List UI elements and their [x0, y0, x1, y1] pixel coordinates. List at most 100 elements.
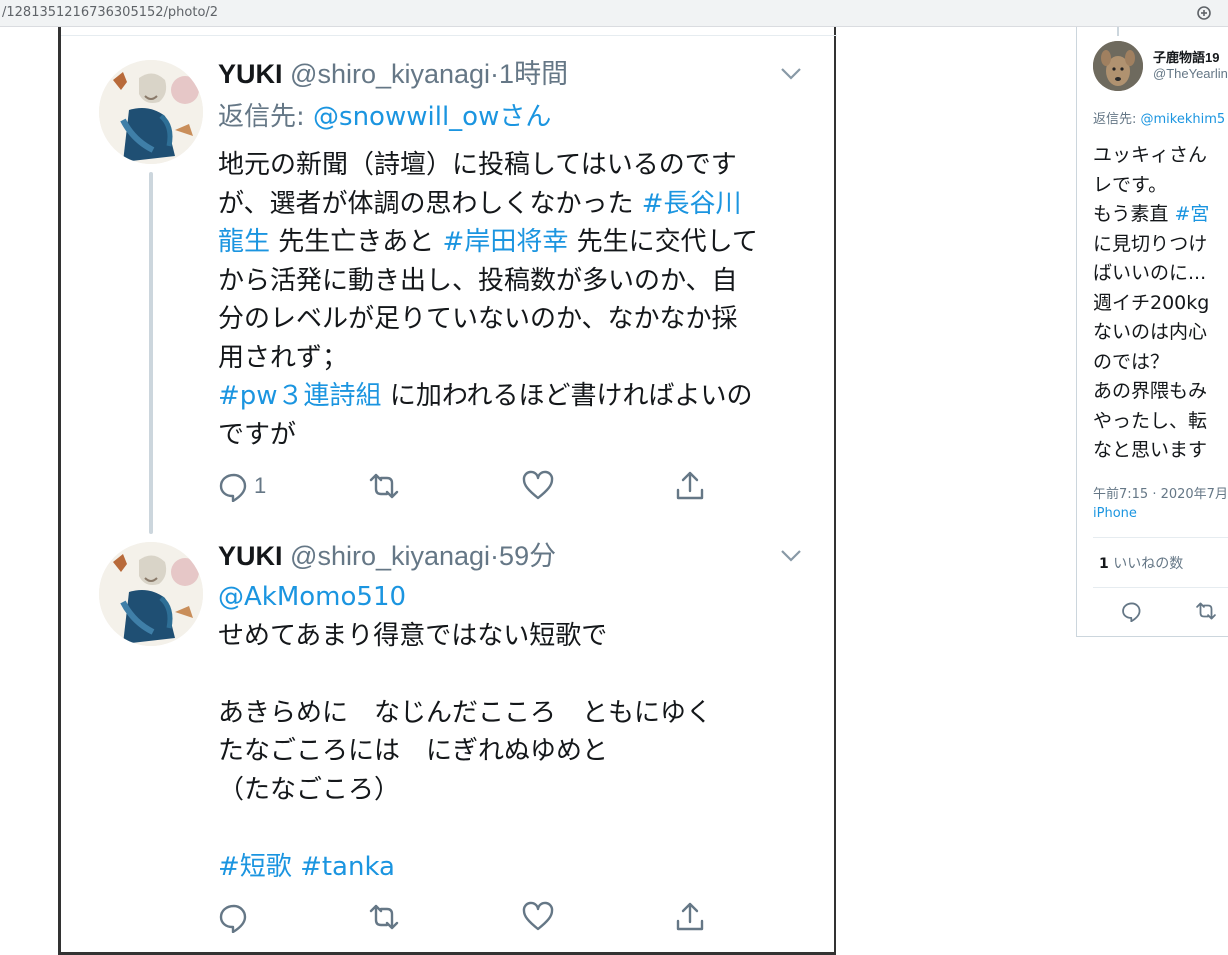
- tweet-text-line: [218, 655, 712, 694]
- tweet-text-line: せめてあまり得意ではない短歌で: [218, 617, 712, 656]
- tweet-header: YUKI @shiro_kiyanagi·1時間: [218, 57, 568, 91]
- tweet-text-segment: せめてあまり得意ではない短歌で: [218, 620, 608, 651]
- user-handle[interactable]: @shiro_kiyanagi: [290, 541, 490, 571]
- tweet-text-segment: 地元の新聞（詩壇）に投稿してはいるのです: [218, 150, 737, 180]
- display-name[interactable]: 子鹿物語19: [1153, 47, 1219, 66]
- tweet-text-line: ないのは内心: [1093, 318, 1209, 348]
- reply-icon[interactable]: [1121, 600, 1143, 622]
- tweet-text-segment: 先生に交代して: [568, 227, 758, 257]
- reply-to-handle[interactable]: @snowwill_owさん: [313, 102, 551, 132]
- tweet-text-segment: あきらめに なじんだこころ ともにゆく: [218, 697, 713, 728]
- tweet-text-segment: が、選者が体調の思わしくなかった: [218, 188, 642, 219]
- avatar[interactable]: [99, 542, 203, 646]
- likes-label: いいねの数: [1108, 556, 1184, 572]
- tweet-text-line: 用されず；: [218, 339, 758, 378]
- user-handle[interactable]: @TheYearlin: [1153, 66, 1228, 81]
- reply-to-line: 返信先: @snowwill_owさん: [218, 100, 551, 134]
- like-button[interactable]: [522, 468, 554, 504]
- tweet-text-segment: から活発に動き出し、投稿数が多いのか、自: [218, 265, 738, 296]
- tweet-text-segment: 先生亡きあと: [270, 227, 443, 257]
- tweet-text-segment: ですが: [218, 419, 297, 450]
- chevron-down-icon[interactable]: [780, 67, 802, 81]
- avatar[interactable]: [1093, 41, 1143, 91]
- browser-url-bar[interactable]: /1281351216736305152/photo/2: [0, 0, 1228, 27]
- tweet-text-line: に見切りつけ: [1093, 230, 1209, 260]
- tweet-text-segment: に見切りつけ: [1093, 232, 1208, 255]
- tweet-text-line: 週イチ200kg: [1093, 289, 1209, 319]
- tweet-text: ユッキィさん レです。 もう素直 #宮 に見切りつけ ばいいのに... 週イチ200kg な…: [1093, 141, 1209, 466]
- avatar[interactable]: [99, 60, 203, 164]
- tweet-text-segment: ばいいのに...: [1093, 262, 1207, 284]
- mention-link[interactable]: @AkMomo510: [218, 582, 406, 612]
- tweet-time[interactable]: 59分: [499, 541, 556, 571]
- separator-dot: ·: [490, 541, 500, 571]
- thread-connector-line: [1117, 27, 1119, 36]
- tweet-text-segment: （たなごころ）: [218, 774, 401, 805]
- reply-to-label: 返信先:: [1093, 112, 1141, 127]
- tweet-text-segment: に加われるほど書ければよいの: [381, 381, 753, 411]
- tweet-text-segment: なと思います: [1093, 439, 1208, 461]
- hashtag-link[interactable]: #tanka: [300, 852, 395, 882]
- reply-to-line: 返信先: @mikekhim5: [1093, 108, 1225, 127]
- tweet-source[interactable]: iPhone: [1093, 504, 1228, 523]
- reply-icon: [219, 473, 247, 502]
- reply-to-handle[interactable]: @mikekhim5: [1141, 112, 1226, 127]
- url-text[interactable]: /1281351216736305152/photo/2: [2, 5, 218, 20]
- divider: [1093, 587, 1228, 588]
- tweet-text-line: のでは？: [1093, 348, 1209, 378]
- hashtag-link[interactable]: #pw３連詩組: [218, 381, 382, 411]
- tweet-text-line: が、選者が体調の思わしくなかった #長谷川: [218, 185, 758, 224]
- tweet-thread-screenshot: YUKI @shiro_kiyanagi·1時間 返信先: @snowwill_…: [58, 27, 837, 955]
- zoom-in-icon[interactable]: [1196, 5, 1212, 21]
- likes-count-link[interactable]: 1 いいねの数: [1099, 553, 1183, 573]
- tweet-text-line: @AkMomo510: [218, 578, 712, 617]
- retweet-button[interactable]: [368, 468, 400, 504]
- share-button[interactable]: [674, 468, 706, 504]
- retweet-icon[interactable]: [1195, 600, 1217, 622]
- tweet-text-segment: もう素直: [1093, 203, 1175, 225]
- tweet-actions: 1: [218, 468, 738, 504]
- separator-dot: ·: [490, 59, 500, 89]
- tweet-text: 地元の新聞（詩壇）に投稿してはいるのです が、選者が体調の思わしくなかった #長谷…: [218, 146, 758, 454]
- tweet-text-line: レです。: [1093, 171, 1209, 201]
- tweet-text-line: あの界隈もみ: [1093, 377, 1209, 407]
- like-button[interactable]: [522, 899, 554, 935]
- tweet-text-segment: 週イチ200kg: [1093, 291, 1210, 314]
- hashtag-link[interactable]: 龍生: [218, 227, 270, 257]
- tweet-text-segment: 分のレベルが足りていないのか、なかなか採: [218, 304, 738, 334]
- tweet-text-line: から活発に動き出し、投稿数が多いのか、自: [218, 262, 758, 301]
- share-icon: [676, 471, 704, 500]
- tweet-text-line: 分のレベルが足りていないのか、なかなか採: [218, 300, 758, 339]
- hashtag-link[interactable]: #宮: [1174, 203, 1209, 225]
- tweet-text-segment: ないのは内心: [1093, 321, 1208, 343]
- tweet-text-line: （たなごころ）: [218, 771, 712, 810]
- tweet-text-line: #pw３連詩組 に加われるほど書ければよいの: [218, 377, 758, 416]
- tweet-text-line: もう素直 #宮: [1093, 200, 1209, 230]
- tweet-text: @AkMomo510 せめてあまり得意ではない短歌であきらめに なじんだこころ と…: [218, 578, 712, 886]
- display-name[interactable]: YUKI: [218, 541, 283, 571]
- reply-icon: [219, 904, 247, 933]
- tweet-text-segment: あの界隈もみ: [1093, 380, 1208, 402]
- tweet-text-line: ばいいのに...: [1093, 259, 1209, 289]
- reply-button[interactable]: [218, 899, 250, 935]
- retweet-button[interactable]: [368, 899, 400, 935]
- retweet-icon: [369, 904, 399, 930]
- tweet-time[interactable]: 1時間: [499, 59, 568, 89]
- hashtag-link[interactable]: #岸田将幸: [443, 227, 569, 257]
- tweet-timestamp[interactable]: 午前7:15 · 2020年7月: [1093, 487, 1228, 502]
- share-button[interactable]: [674, 899, 706, 935]
- hashtag-link[interactable]: #短歌: [218, 852, 292, 882]
- likes-count: 1: [1099, 556, 1109, 572]
- chevron-down-icon[interactable]: [780, 549, 802, 563]
- like-icon: [522, 901, 554, 931]
- tweet-header: YUKI @shiro_kiyanagi·59分: [218, 539, 556, 573]
- tweet-text-line: [218, 809, 712, 848]
- display-name[interactable]: YUKI: [218, 59, 283, 89]
- avatar-illustration: [99, 542, 203, 646]
- tweet-text-line: 龍生 先生亡きあと #岸田将幸 先生に交代して: [218, 223, 758, 262]
- reply-to-label: 返信先:: [218, 102, 314, 132]
- reply-button[interactable]: 1: [218, 468, 266, 504]
- user-handle[interactable]: @shiro_kiyanagi: [290, 59, 490, 89]
- hashtag-link[interactable]: #長谷川: [642, 189, 742, 219]
- tweet-text-segment: [292, 852, 300, 882]
